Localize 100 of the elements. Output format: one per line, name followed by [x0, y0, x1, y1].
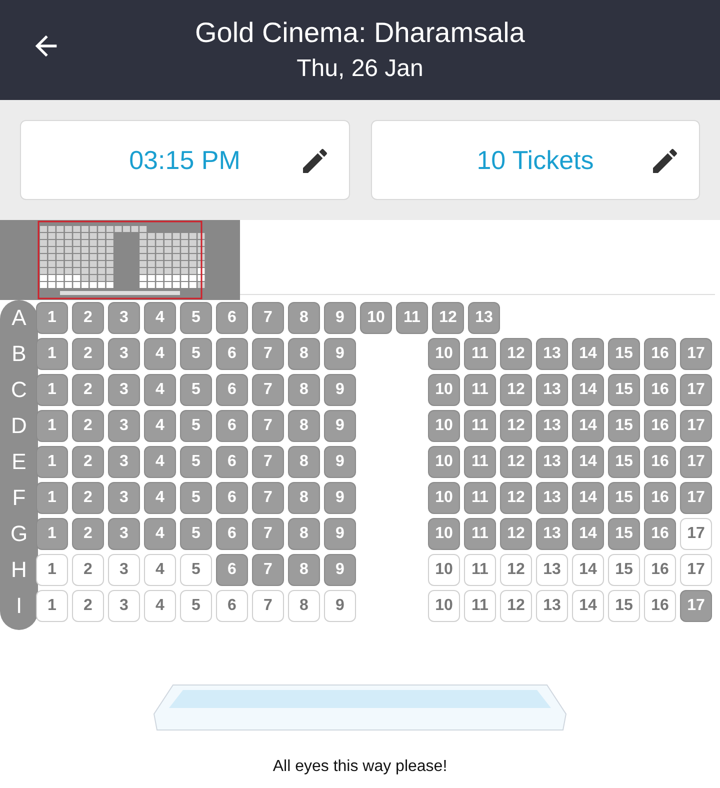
- seat[interactable]: 13: [536, 374, 568, 406]
- seat[interactable]: 16: [644, 446, 676, 478]
- seat[interactable]: 2: [72, 482, 104, 514]
- seat[interactable]: 8: [288, 554, 320, 586]
- seat[interactable]: 6: [216, 410, 248, 442]
- seat[interactable]: 6: [216, 590, 248, 622]
- seat[interactable]: 13: [536, 338, 568, 370]
- seat[interactable]: 3: [108, 482, 140, 514]
- seat[interactable]: 2: [72, 518, 104, 550]
- seat[interactable]: 8: [288, 374, 320, 406]
- seat[interactable]: 12: [500, 518, 532, 550]
- seat[interactable]: 13: [536, 410, 568, 442]
- seat[interactable]: 5: [180, 554, 212, 586]
- seat[interactable]: 4: [144, 482, 176, 514]
- seat[interactable]: 7: [252, 590, 284, 622]
- seat[interactable]: 10: [428, 410, 460, 442]
- seat[interactable]: 2: [72, 446, 104, 478]
- seat[interactable]: 12: [432, 302, 464, 334]
- seat[interactable]: 1: [36, 518, 68, 550]
- seat[interactable]: 2: [72, 338, 104, 370]
- seat[interactable]: 14: [572, 410, 604, 442]
- seat[interactable]: 15: [608, 410, 640, 442]
- seat[interactable]: 4: [144, 302, 176, 334]
- seat[interactable]: 1: [36, 446, 68, 478]
- seat[interactable]: 5: [180, 338, 212, 370]
- seat[interactable]: 16: [644, 410, 676, 442]
- seat[interactable]: 6: [216, 302, 248, 334]
- seat[interactable]: 4: [144, 374, 176, 406]
- seat[interactable]: 11: [464, 590, 496, 622]
- seat[interactable]: 2: [72, 590, 104, 622]
- seat[interactable]: 9: [324, 446, 356, 478]
- seat[interactable]: 1: [36, 374, 68, 406]
- seat[interactable]: 15: [608, 446, 640, 478]
- seat[interactable]: 7: [252, 518, 284, 550]
- seat[interactable]: 13: [536, 446, 568, 478]
- seat[interactable]: 12: [500, 374, 532, 406]
- seat[interactable]: 5: [180, 590, 212, 622]
- seat[interactable]: 16: [644, 518, 676, 550]
- seat[interactable]: 14: [572, 482, 604, 514]
- seat[interactable]: 14: [572, 446, 604, 478]
- seat[interactable]: 17: [680, 482, 712, 514]
- seat[interactable]: 17: [680, 410, 712, 442]
- seat[interactable]: 11: [464, 446, 496, 478]
- selector-button[interactable]: 10 Tickets: [370, 120, 700, 200]
- seat[interactable]: 4: [144, 590, 176, 622]
- seat[interactable]: 15: [608, 518, 640, 550]
- seat[interactable]: 10: [428, 590, 460, 622]
- seat[interactable]: 17: [680, 518, 712, 550]
- seat[interactable]: 4: [144, 446, 176, 478]
- seat[interactable]: 10: [360, 302, 392, 334]
- seat[interactable]: 1: [36, 302, 68, 334]
- seat[interactable]: 7: [252, 374, 284, 406]
- seat[interactable]: 9: [324, 302, 356, 334]
- seat[interactable]: 10: [428, 518, 460, 550]
- seat[interactable]: 11: [396, 302, 428, 334]
- seat[interactable]: 8: [288, 446, 320, 478]
- seat[interactable]: 4: [144, 554, 176, 586]
- seat[interactable]: 13: [536, 482, 568, 514]
- seat[interactable]: 10: [428, 374, 460, 406]
- seat[interactable]: 9: [324, 590, 356, 622]
- seat[interactable]: 11: [464, 482, 496, 514]
- seat[interactable]: 5: [180, 518, 212, 550]
- seat[interactable]: 10: [428, 482, 460, 514]
- seat-minimap-drawing[interactable]: [0, 220, 240, 300]
- seat[interactable]: 4: [144, 410, 176, 442]
- seat[interactable]: 13: [536, 518, 568, 550]
- seat[interactable]: 5: [180, 374, 212, 406]
- seat[interactable]: 14: [572, 374, 604, 406]
- seat[interactable]: 15: [608, 482, 640, 514]
- seat[interactable]: 3: [108, 338, 140, 370]
- seat[interactable]: 7: [252, 338, 284, 370]
- seat[interactable]: 1: [36, 554, 68, 586]
- seat[interactable]: 15: [608, 338, 640, 370]
- seat[interactable]: 17: [680, 446, 712, 478]
- seat[interactable]: 2: [72, 554, 104, 586]
- seat[interactable]: 8: [288, 518, 320, 550]
- seat[interactable]: 17: [680, 554, 712, 586]
- seat[interactable]: 3: [108, 518, 140, 550]
- seat[interactable]: 8: [288, 482, 320, 514]
- seat[interactable]: 5: [180, 482, 212, 514]
- seat[interactable]: 1: [36, 338, 68, 370]
- seat[interactable]: 8: [288, 590, 320, 622]
- seat[interactable]: 12: [500, 410, 532, 442]
- seat[interactable]: 11: [464, 338, 496, 370]
- seat[interactable]: 2: [72, 410, 104, 442]
- seat[interactable]: 9: [324, 554, 356, 586]
- seat[interactable]: 14: [572, 590, 604, 622]
- seat[interactable]: 17: [680, 590, 712, 622]
- seat[interactable]: 5: [180, 410, 212, 442]
- seat[interactable]: 3: [108, 554, 140, 586]
- selector-button[interactable]: 03:15 PM: [20, 120, 350, 200]
- seat[interactable]: 4: [144, 338, 176, 370]
- seat[interactable]: 6: [216, 446, 248, 478]
- seat[interactable]: 3: [108, 374, 140, 406]
- seat[interactable]: 15: [608, 590, 640, 622]
- seat[interactable]: 4: [144, 518, 176, 550]
- seat[interactable]: 16: [644, 482, 676, 514]
- seat[interactable]: 1: [36, 482, 68, 514]
- seat[interactable]: 14: [572, 338, 604, 370]
- seat[interactable]: 7: [252, 302, 284, 334]
